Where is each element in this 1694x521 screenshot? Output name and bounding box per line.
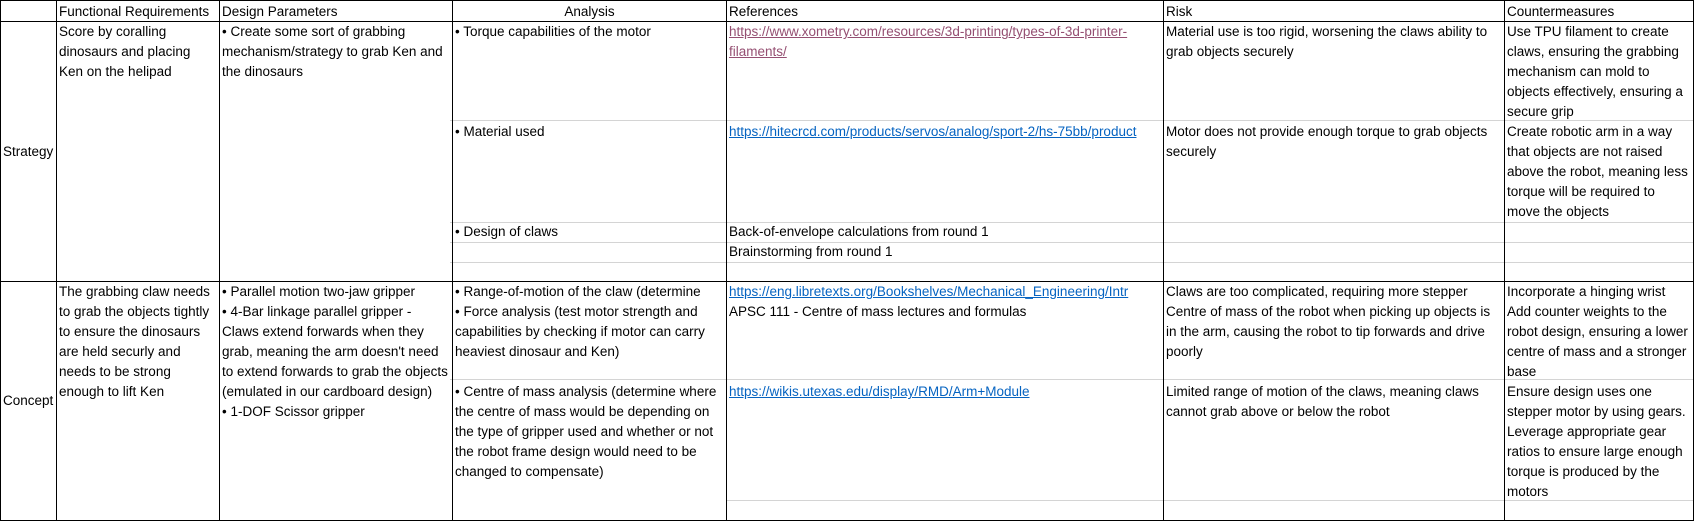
strategy-risk-1[interactable]: Material use is too rigid, worsening the… <box>1164 22 1504 62</box>
strategy-design-parameter[interactable]: • Create some sort of grabbing mechanism… <box>220 22 452 82</box>
concept-design-parameters[interactable]: • Parallel motion two-jaw gripper • 4-Ba… <box>220 282 452 422</box>
design-item: • 4-Bar linkage parallel gripper - Claws… <box>222 304 448 399</box>
reference-link[interactable]: https://hitecrcd.com/products/servos/ana… <box>729 124 1136 139</box>
gridline <box>450 262 1694 263</box>
reference-link[interactable]: https://eng.libretexts.org/Bookshelves/M… <box>729 284 1128 299</box>
concept-functional-requirement[interactable]: The grabbing claw needs to grab the obje… <box>57 282 219 402</box>
strategy-reference-3[interactable]: Back-of-envelope calculations from round… <box>727 222 1163 242</box>
strategy-reference-2[interactable]: https://hitecrcd.com/products/servos/ana… <box>727 122 1163 142</box>
strategy-label: Strategy <box>3 143 54 159</box>
strategy-functional-requirement[interactable]: Score by coralling dinosaurs and placing… <box>57 22 219 82</box>
strategy-countermeasure-1[interactable]: Use TPU filament to create claws, ensuri… <box>1505 22 1693 122</box>
header-references[interactable]: References <box>727 2 1163 22</box>
concept-countermeasure-1[interactable]: Incorporate a hinging wrist <box>1505 282 1693 302</box>
concept-risk-1[interactable]: Claws are too complicated, requiring mor… <box>1164 282 1504 302</box>
concept-reference-3[interactable]: https://wikis.utexas.edu/display/RMD/Arm… <box>727 382 1163 402</box>
concept-analysis-1[interactable]: • Range-of-motion of the claw (determine <box>453 282 726 302</box>
concept-label: Concept <box>3 393 54 408</box>
strategy-countermeasure-2[interactable]: Create robotic arm in a way that objects… <box>1505 122 1693 222</box>
strategy-risk-2[interactable]: Motor does not provide enough torque to … <box>1164 122 1504 162</box>
column-border <box>1163 0 1164 521</box>
reference-link[interactable]: https://wikis.utexas.edu/display/RMD/Arm… <box>729 384 1030 399</box>
strategy-reference-4[interactable]: Brainstorming from round 1 <box>727 242 1163 262</box>
design-item: • 1-DOF Scissor gripper <box>222 404 365 419</box>
header-design-parameters[interactable]: Design Parameters <box>220 2 452 22</box>
concept-reference-2[interactable]: APSC 111 - Centre of mass lectures and f… <box>727 302 1163 322</box>
spreadsheet-table: Functional Requirements Design Parameter… <box>0 0 1694 521</box>
concept-analysis-2[interactable]: • Force analysis (test motor strength an… <box>453 302 726 362</box>
concept-reference-1[interactable]: https://eng.libretexts.org/Bookshelves/M… <box>727 282 1163 302</box>
concept-risk-3[interactable]: Limited range of motion of the claws, me… <box>1164 382 1504 422</box>
strategy-reference-1[interactable]: https://www.xometry.com/resources/3d-pri… <box>727 22 1163 62</box>
row-label-strategy[interactable]: Strategy <box>1 22 56 281</box>
header-functional-requirements[interactable]: Functional Requirements <box>57 2 219 22</box>
header-countermeasures[interactable]: Countermeasures <box>1505 2 1693 22</box>
concept-analysis-3[interactable]: • Centre of mass analysis (determine whe… <box>453 382 726 482</box>
reference-link[interactable]: https://www.xometry.com/resources/3d-pri… <box>729 24 1127 59</box>
strategy-analysis-3[interactable]: • Design of claws <box>453 222 726 242</box>
concept-risk-2[interactable]: Centre of mass of the robot when picking… <box>1164 302 1504 362</box>
design-item: • Parallel motion two-jaw gripper <box>222 284 416 299</box>
header-analysis[interactable]: Analysis <box>453 2 726 22</box>
concept-countermeasure-2[interactable]: Add counter weights to the robot design,… <box>1505 302 1693 382</box>
strategy-analysis-1[interactable]: • Torque capabilities of the motor <box>453 22 726 42</box>
table-border <box>0 0 1694 1</box>
strategy-analysis-2[interactable]: • Material used <box>453 122 726 142</box>
concept-countermeasure-3[interactable]: Ensure design uses one stepper motor by … <box>1505 382 1693 502</box>
row-label-concept[interactable]: Concept <box>1 282 56 520</box>
header-risk[interactable]: Risk <box>1164 2 1504 22</box>
